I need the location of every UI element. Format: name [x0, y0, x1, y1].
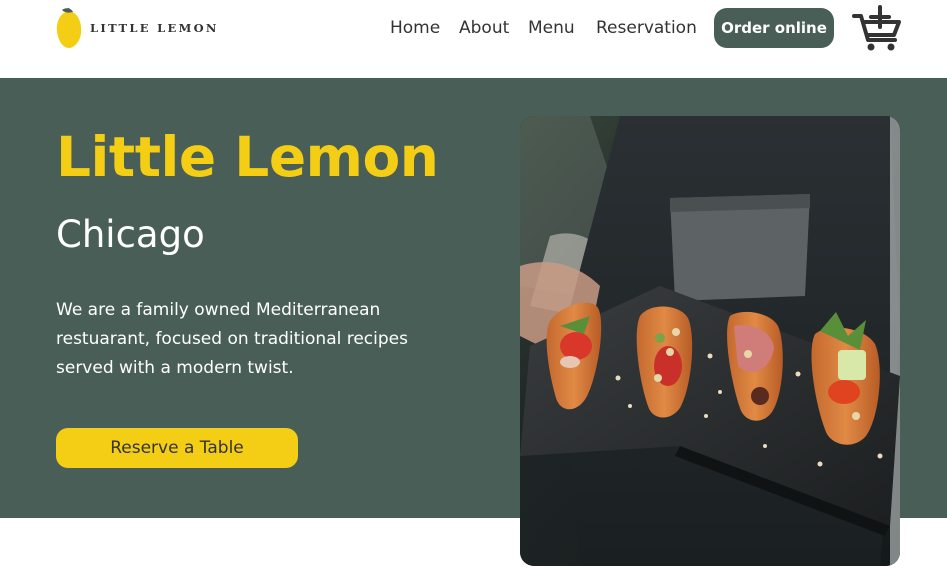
hero-description: We are a family owned Mediterranean rest… [56, 300, 408, 378]
nav-menu[interactable]: Menu [528, 16, 575, 40]
logo[interactable]: LITTLE LEMON [56, 7, 219, 48]
site-header: LITTLE LEMON Home About Menu Reservation… [0, 0, 947, 78]
nav-about[interactable]: About [459, 16, 509, 40]
hero-subtitle: Chicago [56, 213, 205, 256]
cart-add-icon[interactable] [852, 4, 902, 52]
order-online-button[interactable]: Order online [714, 8, 834, 48]
nav-home[interactable]: Home [390, 16, 440, 40]
nav-reservation[interactable]: Reservation [596, 16, 697, 40]
logo-text: LITTLE LEMON [90, 21, 219, 35]
hero-title: Little Lemon [56, 125, 439, 189]
hero-food-photo [520, 116, 900, 566]
lemon-logo-icon [56, 7, 82, 48]
reserve-table-button[interactable]: Reserve a Table [56, 428, 298, 468]
